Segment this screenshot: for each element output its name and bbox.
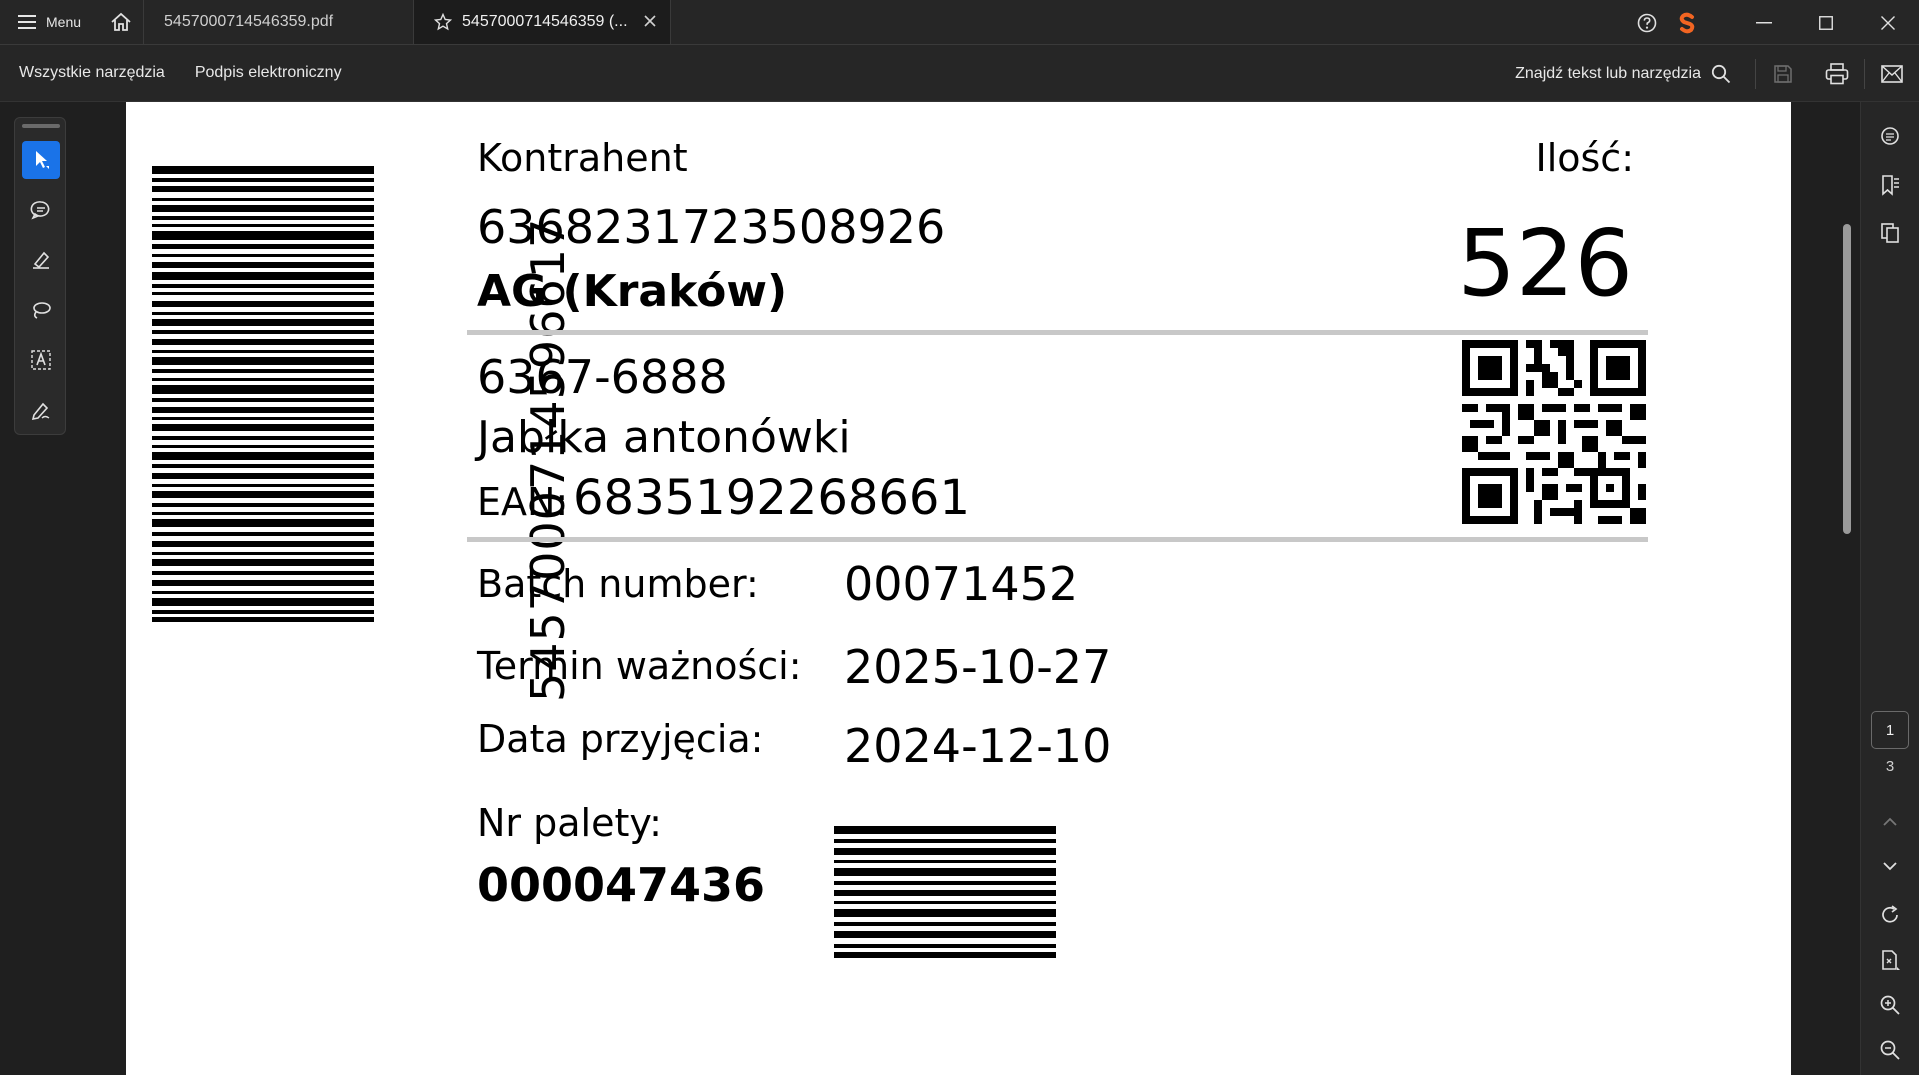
- pages-panel-button[interactable]: [1871, 214, 1909, 252]
- pallet-barcode: [834, 826, 1056, 958]
- previous-page-button[interactable]: [1871, 803, 1909, 841]
- quick-tools-rail: [14, 117, 66, 435]
- title-bar: Menu 5457000714546359.pdf 54570007145463…: [0, 0, 1919, 45]
- pdf-page: 5457000714596617 Kontrahent 636823172350…: [126, 102, 1791, 1075]
- star-icon[interactable]: [434, 13, 453, 31]
- home-icon: [111, 12, 131, 31]
- contractor-name: AG (Kraków): [477, 266, 788, 317]
- all-tools-button[interactable]: Wszystkie narzędzia: [0, 64, 165, 82]
- document-tools-icon: [1882, 950, 1900, 970]
- cursor-arrow-icon: [36, 151, 49, 169]
- copy-pages-icon: [1881, 223, 1899, 243]
- tab-document-1[interactable]: 5457000714546359.pdf: [143, 0, 413, 44]
- search-icon: [1711, 64, 1731, 83]
- comment-icon: [30, 201, 50, 220]
- expiry-label: Termin ważności:: [477, 644, 802, 688]
- zoom-in-icon: [1880, 995, 1900, 1015]
- tab-label: 5457000714546359 (...: [462, 13, 628, 30]
- total-pages: 3: [1885, 758, 1895, 775]
- help-button[interactable]: [1627, 0, 1667, 45]
- expiry-value: 2025-10-27: [844, 640, 1112, 694]
- draw-tool-button[interactable]: [22, 291, 60, 329]
- vertical-barcode: [152, 166, 374, 622]
- toolbar-actions: Znajdź tekst lub narzędzia: [1515, 45, 1919, 102]
- text-tool-button[interactable]: [22, 341, 60, 379]
- email-button[interactable]: [1865, 45, 1919, 102]
- document-viewport[interactable]: 5457000714596617 Kontrahent 636823172350…: [0, 102, 1860, 1075]
- divider-top: [467, 330, 1648, 335]
- contractor-label: Kontrahent: [477, 136, 688, 180]
- rotate-icon: [1882, 905, 1898, 923]
- quantity-value: 526: [1457, 210, 1633, 317]
- hamburger-icon: [18, 15, 36, 29]
- tab-label: 5457000714546359.pdf: [164, 13, 334, 30]
- contractor-code: 6368231723508926: [477, 200, 946, 254]
- main-toolbar: Wszystkie narzędzia Podpis elektroniczny…: [0, 45, 1919, 102]
- mail-icon: [1881, 64, 1903, 83]
- comments-panel-icon: [1881, 127, 1899, 145]
- menu-button[interactable]: Menu: [0, 0, 99, 45]
- minimize-button[interactable]: [1733, 0, 1795, 45]
- zoom-in-button[interactable]: [1871, 986, 1909, 1024]
- batch-label: Batch number:: [477, 562, 759, 606]
- comments-panel-button[interactable]: [1871, 117, 1909, 155]
- app-logo-icon: [1679, 12, 1695, 33]
- search-tools-button[interactable]: Znajdź tekst lub narzędzia: [1515, 58, 1756, 89]
- tab-document-2[interactable]: 5457000714546359 (...: [413, 0, 672, 44]
- print-button[interactable]: [1810, 45, 1864, 102]
- app-logo[interactable]: [1667, 0, 1707, 45]
- bookmarks-panel-button[interactable]: [1871, 166, 1909, 204]
- close-window-button[interactable]: [1857, 0, 1919, 45]
- maximize-icon: [1819, 15, 1833, 30]
- zoom-out-button[interactable]: [1871, 1031, 1909, 1069]
- text-box-icon: [31, 350, 51, 370]
- chevron-down-icon: [1883, 862, 1897, 871]
- window-controls: [1627, 0, 1919, 45]
- e-signature-button[interactable]: Podpis elektroniczny: [176, 64, 342, 82]
- minimize-icon: [1756, 21, 1772, 23]
- product-code: 6367-6888: [477, 350, 728, 404]
- rail-drag-handle[interactable]: [22, 124, 60, 128]
- highlighter-icon: [33, 251, 50, 269]
- pallet-value: 000047436: [477, 858, 766, 912]
- print-icon: [1825, 62, 1849, 84]
- right-panel-rail: 1 3: [1860, 102, 1919, 1075]
- help-icon: [1637, 13, 1657, 32]
- quantity-label: Ilość:: [1535, 136, 1634, 180]
- bookmark-icon: [1882, 175, 1899, 196]
- home-button[interactable]: [99, 0, 143, 45]
- next-page-button[interactable]: [1871, 847, 1909, 885]
- batch-value: 00071452: [844, 557, 1079, 611]
- save-icon: [1774, 64, 1792, 83]
- ean-value: 6835192268661: [573, 470, 971, 526]
- highlight-tool-button[interactable]: [22, 241, 60, 279]
- save-button[interactable]: [1756, 45, 1810, 102]
- divider-middle: [467, 537, 1648, 542]
- received-label: Data przyjęcia:: [477, 717, 764, 761]
- close-icon: [1881, 15, 1895, 30]
- chevron-up-icon: [1883, 817, 1897, 826]
- sign-tool-button[interactable]: [22, 391, 60, 429]
- search-label: Znajdź tekst lub narzędzia: [1515, 64, 1701, 82]
- page-tools-button[interactable]: [1871, 941, 1909, 979]
- tab-close-icon[interactable]: [642, 13, 658, 29]
- vertical-scrollbar[interactable]: [1843, 224, 1851, 534]
- select-tool-button[interactable]: [22, 141, 60, 179]
- received-value: 2024-12-10: [844, 719, 1112, 773]
- menu-label: Menu: [46, 14, 82, 30]
- zoom-out-icon: [1880, 1040, 1900, 1060]
- rotate-button[interactable]: [1871, 896, 1909, 934]
- qr-code: [1462, 340, 1646, 524]
- pen-sign-icon: [31, 402, 50, 421]
- comment-tool-button[interactable]: [22, 191, 60, 229]
- maximize-button[interactable]: [1795, 0, 1857, 45]
- ean-label: EAN:: [477, 480, 569, 524]
- current-page-indicator[interactable]: 1: [1871, 711, 1909, 749]
- lasso-icon: [33, 302, 51, 319]
- pallet-label: Nr palety:: [477, 801, 662, 845]
- pdf-viewer-app: Menu 5457000714546359.pdf 54570007145463…: [0, 0, 1919, 1075]
- product-name: Jabłka antonówki: [477, 412, 851, 463]
